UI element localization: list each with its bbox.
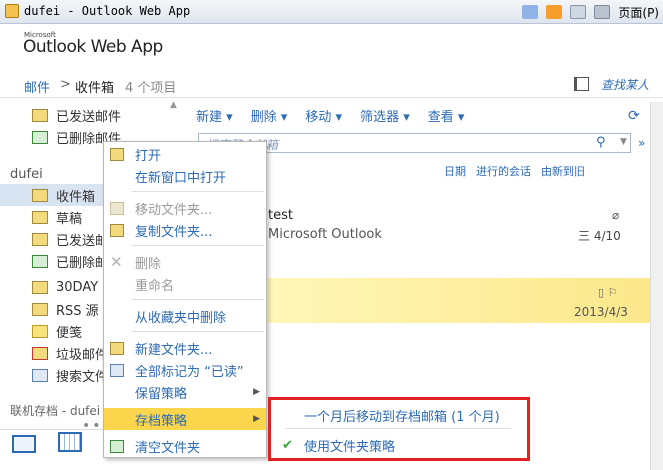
submenu-use-folder-policy[interactable]: ✔ 使用文件夹策略 — [274, 432, 524, 458]
home-icon[interactable] — [522, 5, 539, 19]
new-button[interactable]: 新建 ▾ — [196, 106, 233, 125]
view-button[interactable]: 查看 ▾ — [428, 106, 465, 125]
copy-folder-icon — [110, 223, 124, 237]
search-folder-icon — [32, 368, 48, 382]
new-folder-icon — [110, 341, 124, 355]
drafts-icon — [32, 210, 48, 224]
filter-button[interactable]: 筛选器 ▾ — [360, 106, 410, 125]
address-book-icon[interactable] — [574, 77, 589, 91]
submenu-arrow-icon: ▶ — [253, 414, 260, 424]
mark-read-icon — [110, 363, 124, 377]
junk-mail-icon — [32, 346, 48, 360]
menu-separator — [132, 331, 264, 332]
online-archive[interactable]: 联机存档 - dufei — [10, 402, 100, 419]
breadcrumb-current-folder: 收件箱 — [75, 81, 115, 96]
folder-icon — [32, 302, 48, 316]
open-folder-icon — [110, 147, 124, 161]
browser-toolbar: 页面(P) — [522, 2, 659, 22]
message-sender: Microsoft Outlook — [268, 227, 382, 242]
menu-copy-folder[interactable]: 复制文件夹... — [104, 219, 266, 241]
sort-by-date[interactable]: 日期 — [444, 163, 466, 179]
delete-button[interactable]: 删除 ▾ — [251, 106, 288, 125]
browser-tab-title[interactable]: dufei - Outlook Web App — [24, 4, 190, 18]
breadcrumb-mail-link[interactable]: 邮件 — [24, 77, 50, 96]
recycle-icon — [32, 130, 48, 144]
message-date: 2013/4/3 — [574, 305, 628, 319]
calendar-module-icon[interactable] — [58, 432, 82, 452]
outlook-tab-icon — [5, 4, 19, 18]
menu-empty-folder[interactable]: 清空文件夹 — [104, 435, 266, 457]
menu-open[interactable]: 打开 — [104, 143, 266, 165]
menu-mark-all-read[interactable]: 全部标记为 “已读” — [104, 359, 266, 381]
page-menu[interactable]: 页面(P) — [618, 4, 659, 21]
move-button[interactable]: 移动 ▾ — [305, 106, 342, 125]
submenu-arrow-icon: ▶ — [253, 387, 260, 397]
message-date: 三 4/10 — [578, 229, 621, 243]
conversation-toggle[interactable]: 进行的会话 — [476, 163, 531, 179]
archive-policy-submenu: 一个月后移动到存档邮箱 (1 个月) ✔ 使用文件夹策略 — [268, 397, 530, 461]
checkmark-icon: ✔ — [282, 437, 293, 453]
menu-archive-policy[interactable]: 存档策略 ▶ — [104, 408, 266, 430]
menu-rename: 重命名 — [135, 278, 175, 294]
sort-bar: 日期 进行的会话 由新到旧 — [444, 163, 585, 179]
note-icon — [32, 324, 48, 338]
menu-separator — [132, 245, 264, 246]
mail-module-icon[interactable] — [12, 435, 36, 453]
sort-order[interactable]: 由新到旧 — [541, 163, 585, 179]
find-someone-link[interactable]: 查找某人 — [601, 76, 649, 93]
recycle-icon — [32, 254, 48, 268]
attachment-icon: ⌀ — [612, 208, 620, 222]
menu-retention-policy[interactable]: 保留策略 ▶ — [104, 381, 266, 403]
message-list-scrollbar[interactable] — [650, 102, 663, 470]
folder-icon — [32, 280, 48, 294]
move-folder-icon — [110, 201, 124, 215]
search-options-chevron-icon[interactable]: ▼ — [620, 137, 627, 147]
folder-context-menu: 打开 在新窗口中打开 移动文件夹... 复制文件夹... ✕ 删除 重命名 从收藏… — [103, 141, 267, 458]
print-icon[interactable] — [594, 5, 611, 19]
mailbox-account[interactable]: dufei — [10, 167, 43, 182]
submenu-move-after-one-month[interactable]: 一个月后移动到存档邮箱 (1 个月) — [274, 402, 524, 428]
menu-separator — [132, 191, 264, 192]
expand-chevron-icon[interactable]: » — [638, 136, 645, 150]
menu-delete: ✕ 删除 — [110, 252, 162, 272]
submenu-separator — [285, 428, 511, 429]
inbox-icon — [32, 188, 48, 202]
menu-remove-from-favorites[interactable]: 从收藏夹中删除 — [104, 305, 266, 327]
nav-scroll-up-icon[interactable]: ▲ — [170, 100, 182, 112]
menu-separator — [132, 299, 264, 300]
delete-x-icon: ✕ — [110, 252, 123, 271]
sent-icon — [32, 232, 48, 246]
menu-move-folder: 移动文件夹... — [104, 197, 266, 219]
favorite-sent-items[interactable]: 已发送邮件 — [0, 104, 186, 126]
refresh-icon[interactable]: ⟳ — [628, 108, 640, 124]
outlook-web-app-logo: Outlook Web App — [23, 37, 163, 57]
breadcrumb-separator: > — [60, 77, 71, 92]
message-subject: test — [268, 208, 293, 223]
message-toolbar: 新建 ▾ 删除 ▾ 移动 ▾ 筛选器 ▾ 查看 ▾ — [196, 106, 464, 125]
empty-folder-icon — [110, 439, 124, 453]
item-count: 4 个项目 — [125, 81, 177, 96]
menu-new-folder[interactable]: 新建文件夹... — [104, 337, 266, 359]
flag-icon[interactable]: ▯ ⚐ — [598, 286, 617, 299]
search-icon[interactable]: ⚲ — [596, 135, 606, 150]
mail-icon[interactable] — [570, 5, 587, 19]
folder-icon — [32, 108, 48, 122]
menu-open-new-window[interactable]: 在新窗口中打开 — [104, 165, 266, 187]
rss-feed-icon[interactable] — [546, 5, 563, 19]
